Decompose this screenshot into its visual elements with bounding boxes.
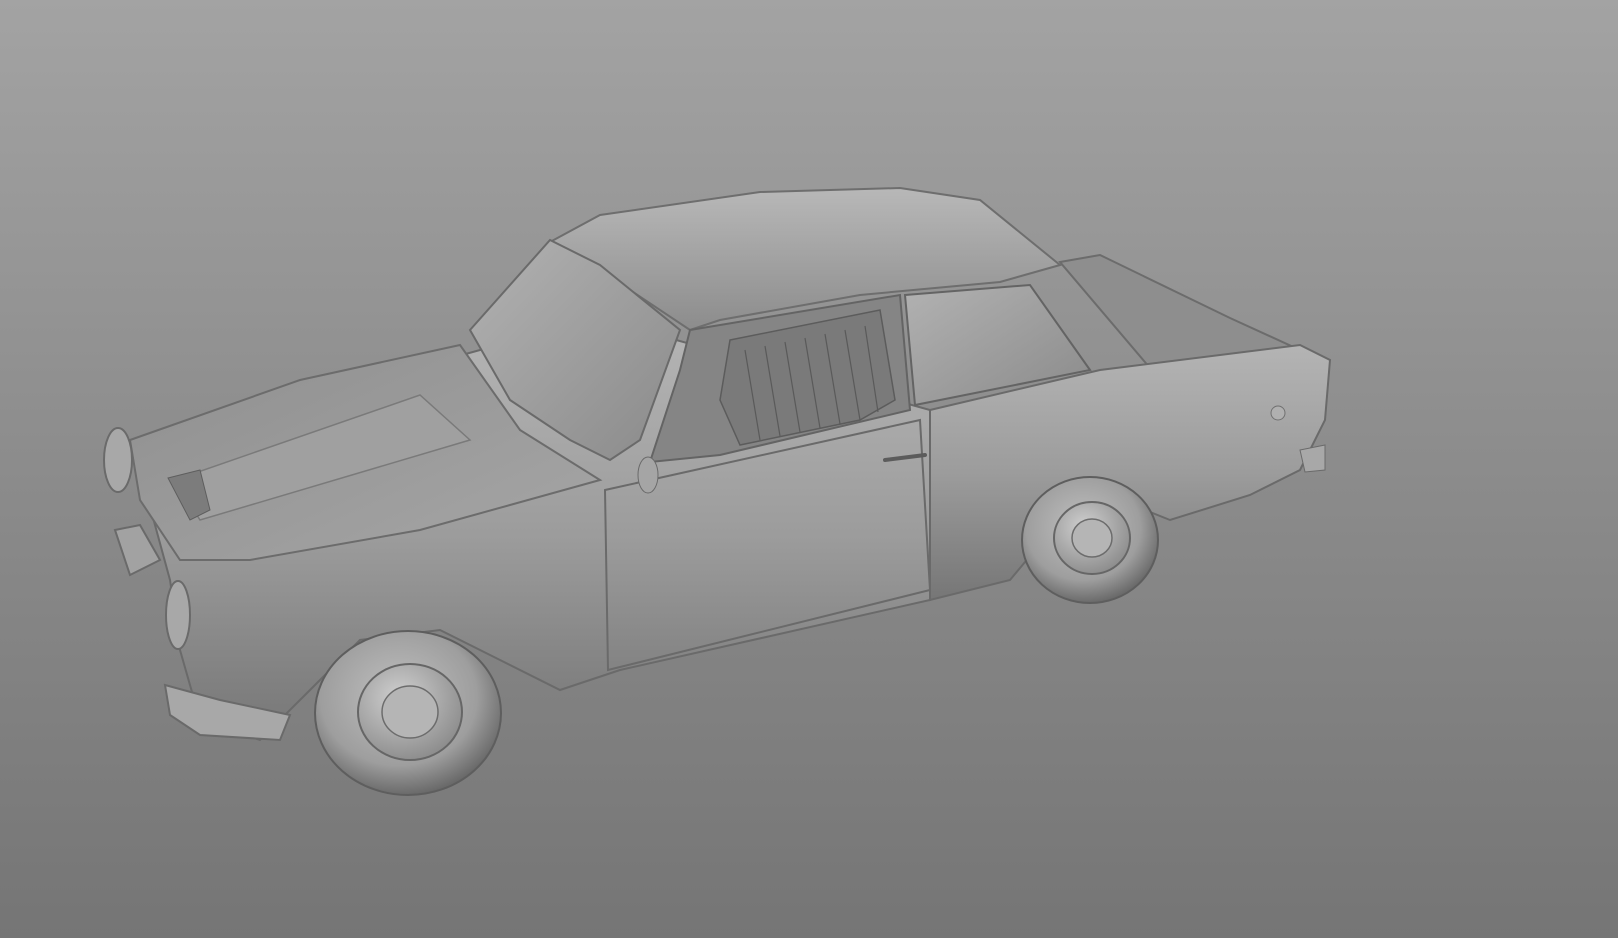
side-mirror: [637, 456, 659, 494]
front-wheel: [314, 630, 502, 796]
fuel-cap: [1270, 405, 1286, 421]
car-model-render: [103, 186, 1332, 796]
3d-viewport[interactable]: [0, 0, 1618, 938]
headlight-upper: [103, 427, 133, 493]
rear-bumper: [1299, 444, 1326, 473]
rear-wheel: [1021, 476, 1159, 604]
headlight-lower: [165, 580, 191, 650]
front-bumper: [113, 523, 162, 577]
